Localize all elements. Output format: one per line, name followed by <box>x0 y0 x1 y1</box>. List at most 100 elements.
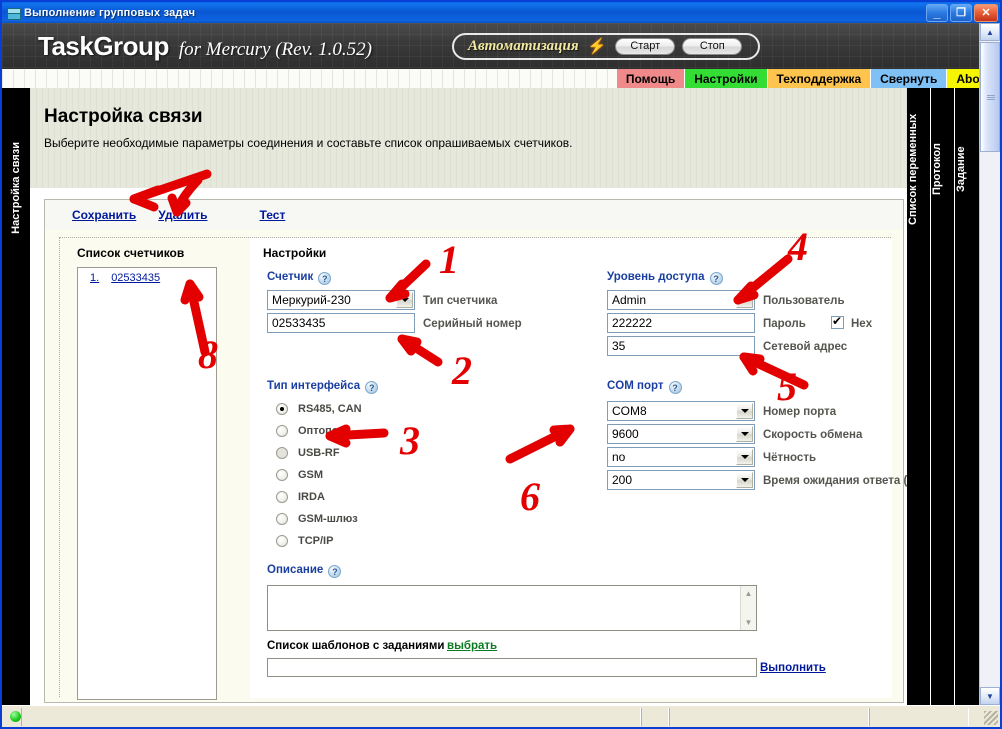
lightning-bolt-icon: ⚡ <box>587 37 607 55</box>
radio-icon[interactable] <box>276 425 288 437</box>
sidebar-item-protocol[interactable]: Протокол <box>931 88 955 705</box>
help-question-icon[interactable]: ? <box>318 272 332 285</box>
settings-title: Настройки <box>263 246 327 260</box>
chevron-down-icon[interactable] <box>736 426 753 442</box>
interface-option-label: IRDA <box>298 491 325 503</box>
com-parity-select[interactable]: no <box>607 447 755 467</box>
test-link[interactable]: Тест <box>260 208 286 222</box>
interface-option-label: RS485, CAN <box>298 403 362 415</box>
chevron-down-icon[interactable]: ▼ <box>741 615 756 630</box>
interface-option-tcpip[interactable]: TCP/IP <box>276 535 333 547</box>
chevron-up-icon[interactable]: ▲ <box>741 586 756 601</box>
access-password-input[interactable]: 222222 <box>607 313 755 333</box>
templates-input[interactable] <box>267 658 757 677</box>
help-question-icon[interactable]: ? <box>668 381 682 394</box>
interface-option-gsm-gateway[interactable]: GSM-шлюз <box>276 513 358 525</box>
maximize-button[interactable]: ❐ <box>950 4 972 22</box>
window-controls: _ ❐ ✕ <box>926 4 998 22</box>
app-logo: TaskGroup for Mercury (Rev. 1.0.52) <box>38 31 372 62</box>
right-tab-label-variables: Список переменных <box>907 113 919 225</box>
chevron-down-icon[interactable] <box>736 449 753 465</box>
interface-group-label: Тип интерфейса? <box>267 380 379 394</box>
delete-link[interactable]: Удалить <box>158 208 207 222</box>
status-led-green <box>10 711 21 722</box>
counter-index: 1. <box>90 272 100 284</box>
com-parity-value: no <box>612 450 626 464</box>
hex-checkbox[interactable] <box>831 314 844 329</box>
radio-icon[interactable] <box>276 491 288 503</box>
automation-label: Автоматизация <box>467 37 579 54</box>
chevron-down-icon[interactable] <box>396 292 413 308</box>
interface-option-label: GSM-шлюз <box>298 513 358 525</box>
counter-type-select[interactable]: Меркурий-230 <box>267 290 415 310</box>
chevron-down-icon[interactable] <box>736 403 753 419</box>
nav-item-support[interactable]: Техподдержка <box>767 69 872 88</box>
sidebar-item-variable-list[interactable]: Список переменных <box>907 88 931 705</box>
network-address-input[interactable]: 35 <box>607 336 755 356</box>
status-segment <box>669 707 869 726</box>
page-header: Настройка связи Выберите необходимые пар… <box>30 88 907 188</box>
com-group-text: COM порт <box>607 380 664 392</box>
com-timeout-select[interactable]: 200 <box>607 470 755 490</box>
radio-icon[interactable] <box>276 513 288 525</box>
left-tab-bar: Настройка связи <box>2 88 30 705</box>
logo-sub-text: for Mercury (Rev. 1.0.52) <box>178 38 372 60</box>
scrollbar-thumb[interactable] <box>980 42 1000 152</box>
status-bar <box>2 705 1000 727</box>
counter-list-title: Список счетчиков <box>77 246 185 260</box>
sidebar-item-task[interactable]: Задание <box>955 88 979 705</box>
description-scrollbar[interactable]: ▲ ▼ <box>740 586 756 630</box>
com-baud-label: Скорость обмена <box>763 429 863 441</box>
access-user-select[interactable]: Admin <box>607 290 755 310</box>
application-window: Выполнение групповых задач _ ❐ ✕ TaskGro… <box>0 0 1002 729</box>
interface-option-rs485[interactable]: RS485, CAN <box>276 403 362 415</box>
counter-list[interactable]: 1. 02533435 <box>77 267 217 700</box>
right-tab-label-protocol: Протокол <box>931 143 943 195</box>
status-segment <box>21 707 641 726</box>
interface-option-optoport[interactable]: Оптопорт <box>276 425 351 437</box>
help-question-icon[interactable]: ? <box>365 381 379 394</box>
minimize-button[interactable]: _ <box>926 4 948 22</box>
page-scrollbar[interactable]: ▲ ▼ <box>979 23 1000 705</box>
com-timeout-value: 200 <box>612 473 633 487</box>
com-group-label: COM порт? <box>607 380 682 394</box>
counter-serial-input[interactable]: 02533435 <box>267 313 415 333</box>
counter-value[interactable]: 02533435 <box>111 272 160 284</box>
start-button[interactable]: Старт <box>615 37 676 55</box>
interface-option-irda[interactable]: IRDA <box>276 491 325 503</box>
nav-item-settings[interactable]: Настройки <box>685 69 768 88</box>
radio-icon[interactable] <box>276 447 288 459</box>
access-user-label: Пользователь <box>763 295 845 307</box>
radio-icon[interactable] <box>276 403 288 415</box>
nav-item-minimize[interactable]: Свернуть <box>871 69 948 88</box>
chevron-up-icon[interactable]: ▲ <box>980 23 1000 41</box>
resize-grip-icon[interactable] <box>984 711 998 725</box>
right-tab-label-task: Задание <box>955 146 967 192</box>
radio-icon[interactable] <box>276 469 288 481</box>
chevron-down-icon[interactable]: ▼ <box>980 687 1000 705</box>
access-password-label: Пароль <box>763 318 806 330</box>
interface-option-label: GSM <box>298 469 324 481</box>
templates-choose-link[interactable]: выбрать <box>447 640 497 652</box>
templates-run-link[interactable]: Выполнить <box>760 662 826 674</box>
interface-option-usbrf[interactable]: USB-RF <box>276 447 340 459</box>
list-item[interactable]: 1. 02533435 <box>78 268 216 284</box>
automation-panel: Автоматизация ⚡ Старт Стоп <box>451 32 761 60</box>
nav-item-help[interactable]: Помощь <box>616 69 686 88</box>
chevron-down-icon[interactable] <box>736 472 753 488</box>
help-question-icon[interactable]: ? <box>328 565 342 578</box>
radio-icon[interactable] <box>276 535 288 547</box>
com-port-select[interactable]: COM8 <box>607 401 755 421</box>
description-textarea[interactable]: ▲ ▼ <box>267 585 757 631</box>
close-button[interactable]: ✕ <box>974 4 998 22</box>
chevron-down-icon[interactable] <box>736 292 753 308</box>
sidebar-item-connection-settings[interactable]: Настройка связи <box>2 88 30 288</box>
window-stack-icon <box>6 6 21 20</box>
interface-option-gsm[interactable]: GSM <box>276 469 323 481</box>
stop-button[interactable]: Стоп <box>682 37 743 55</box>
com-baud-select[interactable]: 9600 <box>607 424 755 444</box>
right-tab-bar: Список переменных Протокол Задание <box>907 88 979 705</box>
save-link[interactable]: Сохранить <box>72 208 136 222</box>
help-question-icon[interactable]: ? <box>709 272 723 285</box>
description-group-label: Описание? <box>267 564 342 578</box>
